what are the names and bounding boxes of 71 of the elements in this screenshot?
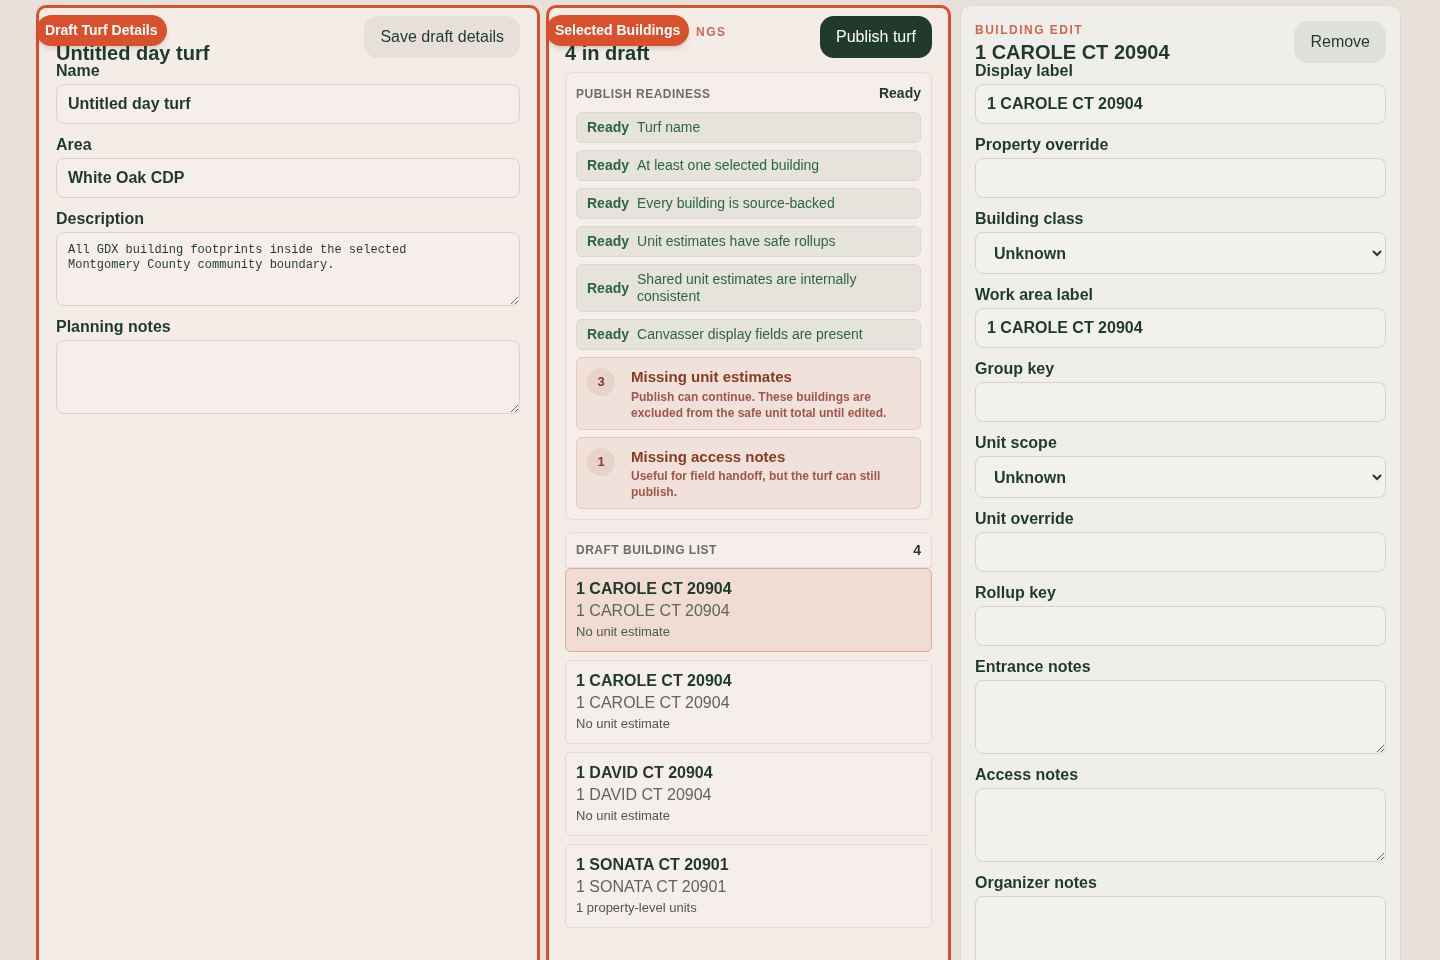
building-note: No unit estimate bbox=[576, 807, 671, 825]
text-field[interactable]: White Oak CDP bbox=[56, 158, 520, 198]
field-label: Name bbox=[56, 62, 101, 80]
readiness-check: Ready Turf name bbox=[576, 112, 921, 143]
building-item[interactable]: 1 SONATA CT 20901 1 SONATA CT 20901 1 property-level units bbox=[565, 844, 932, 928]
field-label: Access notes bbox=[975, 766, 1080, 784]
text-field[interactable]: 1 CAROLE CT 20904 bbox=[975, 308, 1386, 348]
warning-title: Missing access notes bbox=[631, 446, 787, 467]
field-label: Description bbox=[56, 210, 145, 228]
panel-badge: Selected Buildings bbox=[546, 15, 690, 46]
building-title: 1 DAVID CT 20904 bbox=[576, 763, 714, 783]
save-button[interactable]: Save draft details bbox=[364, 16, 520, 58]
warning-text: Publish can continue. These buildings are excluded from the safe unit total until edited. bbox=[631, 388, 888, 421]
building-item[interactable]: 1 CAROLE CT 20904 1 CAROLE CT 20904 No unit estimate bbox=[565, 660, 932, 744]
building-count: 4 bbox=[913, 540, 921, 560]
building-title: 1 CAROLE CT 20904 bbox=[576, 671, 733, 691]
warning-text: Useful for field handoff, but the turf can still publish. bbox=[631, 468, 882, 500]
field-label: Work area label bbox=[975, 286, 1094, 304]
publish-button[interactable]: Publish turf bbox=[819, 16, 932, 58]
field-label: Unit override bbox=[975, 510, 1075, 528]
readiness-status: Ready bbox=[878, 84, 921, 103]
readiness-check: Ready Canvasser display fields are present bbox=[576, 319, 921, 350]
building-title: 1 SONATA CT 20901 bbox=[576, 855, 730, 875]
text-area[interactable] bbox=[975, 680, 1386, 754]
count-badge: 3 bbox=[587, 368, 615, 396]
section-heading: PUBLISH READINESS bbox=[576, 85, 711, 103]
field-label: Rollup key bbox=[975, 584, 1057, 602]
building-address: 1 CAROLE CT 20904 bbox=[576, 693, 731, 713]
text-field[interactable]: 1 CAROLE CT 20904 bbox=[975, 84, 1386, 124]
text-field[interactable] bbox=[975, 606, 1386, 646]
building-address: 1 DAVID CT 20904 bbox=[576, 785, 713, 805]
building-note: No unit estimate bbox=[576, 623, 671, 641]
readiness-check: Ready Every building is source-backed bbox=[576, 188, 921, 219]
readiness-check: Ready At least one selected building bbox=[576, 150, 921, 181]
select-field[interactable]: Unknown bbox=[975, 456, 1386, 498]
building-address: 1 SONATA CT 20901 bbox=[576, 877, 728, 897]
warning-title: Missing unit estimates bbox=[631, 367, 793, 387]
readiness-check: Ready Unit estimates have safe rollups bbox=[576, 226, 921, 257]
remove-button[interactable]: Remove bbox=[1294, 21, 1386, 63]
field-label: Unit scope bbox=[975, 434, 1058, 452]
field-label: Display label bbox=[975, 62, 1074, 80]
panel-title: 1 CAROLE CT 20904 bbox=[975, 40, 1170, 64]
building-note: 1 property-level units bbox=[576, 899, 698, 917]
field-label: Planning notes bbox=[56, 318, 172, 336]
text-field[interactable] bbox=[975, 532, 1386, 572]
readiness-check: Ready Shared unit estimates are internally consistent bbox=[576, 264, 921, 312]
field-label: Building class bbox=[975, 210, 1085, 228]
section-heading: DRAFT BUILDING LIST bbox=[576, 542, 717, 559]
select-field[interactable]: Unknown bbox=[975, 232, 1386, 274]
text-field[interactable] bbox=[975, 158, 1386, 198]
text-area[interactable] bbox=[975, 788, 1386, 862]
building-title: 1 CAROLE CT 20904 bbox=[576, 579, 733, 599]
count-badge: 1 bbox=[587, 447, 615, 476]
field-label: Property override bbox=[975, 136, 1110, 154]
panel-eyebrow: NGS bbox=[696, 24, 727, 41]
panel-title: 4 in draft bbox=[565, 43, 651, 63]
text-area[interactable]: All GDX building footprints inside the selected Montgomery County community boundary. bbox=[56, 232, 520, 306]
text-field[interactable] bbox=[975, 382, 1386, 422]
text-field[interactable]: Untitled day turf bbox=[56, 84, 520, 124]
building-item[interactable]: 1 CAROLE CT 20904 1 CAROLE CT 20904 No unit estimate bbox=[565, 568, 932, 652]
panel-badge: Draft Turf Details bbox=[36, 15, 167, 46]
text-area[interactable] bbox=[975, 896, 1386, 960]
field-label: Group key bbox=[975, 360, 1056, 378]
field-label: Entrance notes bbox=[975, 658, 1092, 676]
field-label: Organizer notes bbox=[975, 874, 1098, 892]
building-item[interactable]: 1 DAVID CT 20904 1 DAVID CT 20904 No unit estimate bbox=[565, 752, 932, 836]
panel-eyebrow: BUILDING EDIT bbox=[975, 22, 1085, 39]
text-area[interactable] bbox=[56, 340, 520, 414]
building-note: No unit estimate bbox=[576, 715, 671, 733]
building-address: 1 CAROLE CT 20904 bbox=[576, 601, 731, 621]
field-label: Area bbox=[56, 136, 93, 154]
